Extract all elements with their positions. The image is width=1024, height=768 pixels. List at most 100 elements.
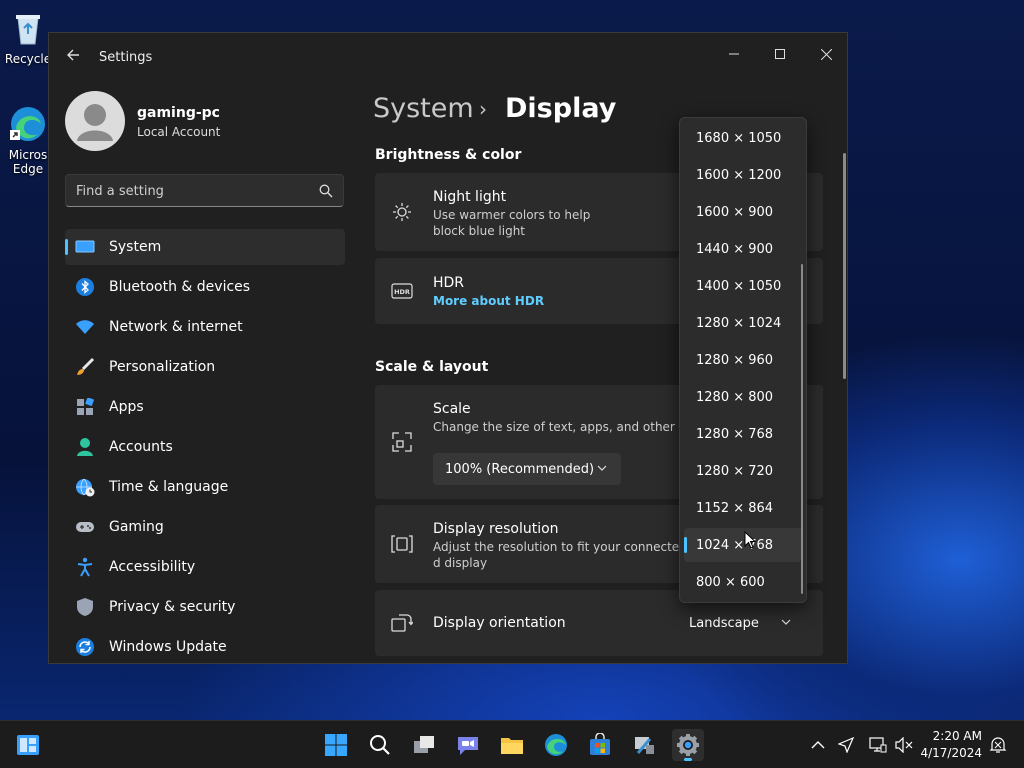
- resolution-option[interactable]: 800 × 600: [684, 565, 802, 599]
- search-box[interactable]: [65, 174, 344, 207]
- sidebar-item-label: Accessibility: [109, 559, 196, 575]
- taskbar-file-explorer-button[interactable]: [496, 729, 528, 761]
- brightness-icon: [391, 201, 413, 223]
- folder-icon: [501, 738, 523, 754]
- tray-overflow-button[interactable]: [808, 735, 828, 755]
- resolution-option[interactable]: 1680 × 1050: [684, 121, 802, 155]
- taskbar-clock-time[interactable]: 2:20 AM: [930, 729, 982, 743]
- sidebar-item-label: Privacy & security: [109, 599, 236, 615]
- night-light-desc-line2: block blue light: [433, 224, 526, 238]
- taskbar-app-button[interactable]: [628, 729, 660, 761]
- window-title: Settings: [99, 50, 153, 65]
- night-light-desc-line1: Use warmer colors to help: [433, 208, 591, 222]
- chat-icon: [458, 737, 478, 755]
- resolution-option[interactable]: 1600 × 900: [684, 195, 802, 229]
- sidebar-item-label: Gaming: [109, 519, 164, 535]
- night-light-title: Night light: [433, 189, 507, 205]
- brush-icon: [75, 357, 95, 377]
- title-bar[interactable]: Settings: [49, 33, 847, 81]
- sidebar-item-system[interactable]: System: [65, 229, 345, 265]
- content-scrollbar[interactable]: [843, 153, 846, 379]
- breadcrumb-parent[interactable]: System: [373, 93, 474, 124]
- network-icon: [869, 737, 887, 753]
- taskbar: 2:20 AM 4/17/2024: [0, 720, 1024, 768]
- arrow-left-icon: [67, 49, 79, 61]
- sidebar-item-personalization[interactable]: Personalization: [65, 349, 345, 385]
- resolution-option[interactable]: 1440 × 900: [684, 232, 802, 266]
- resolution-option[interactable]: 1280 × 1024: [684, 306, 802, 340]
- orientation-dropdown-value: Landscape: [689, 615, 759, 631]
- search-input[interactable]: [76, 181, 306, 201]
- resolution-option[interactable]: 1400 × 1050: [684, 269, 802, 303]
- sidebar-item-label: Bluetooth & devices: [109, 279, 251, 295]
- scale-icon: [391, 431, 413, 453]
- taskbar-settings-button[interactable]: [672, 729, 704, 761]
- apps-icon: [75, 397, 95, 417]
- orientation-dropdown[interactable]: Landscape: [677, 607, 805, 639]
- chevron-down-icon: [597, 465, 607, 471]
- close-button[interactable]: [803, 39, 847, 69]
- sidebar-item-accounts[interactable]: Accounts: [65, 429, 345, 465]
- sidebar-item-label: Windows Update: [109, 639, 227, 655]
- resolution-dropdown-list: 1680 × 1050 1600 × 1200 1600 × 900 1440 …: [679, 117, 807, 603]
- notification-bell-icon: [989, 737, 1007, 753]
- resolution-option[interactable]: 1600 × 1200: [684, 158, 802, 192]
- taskbar-search-button[interactable]: [364, 729, 396, 761]
- taskbar-clock-date[interactable]: 4/17/2024: [920, 746, 982, 760]
- gear-icon: [677, 734, 699, 756]
- sidebar-item-windows-update[interactable]: Windows Update: [65, 629, 345, 663]
- resolution-option[interactable]: 1280 × 800: [684, 380, 802, 414]
- taskbar-store-button[interactable]: [584, 729, 616, 761]
- resolution-option[interactable]: 1280 × 720: [684, 454, 802, 488]
- hdr-title: HDR: [433, 275, 465, 291]
- resolution-option-selected[interactable]: 1024 × 768: [684, 528, 802, 562]
- scale-title: Scale: [433, 401, 471, 417]
- resolution-option[interactable]: 1280 × 768: [684, 417, 802, 451]
- location-arrow-icon: [838, 737, 854, 753]
- sidebar-item-label: Network & internet: [109, 319, 243, 335]
- sidebar-item-label: Time & language: [109, 479, 229, 495]
- scale-dropdown-value: 100% (Recommended): [445, 461, 595, 477]
- widgets-icon: [17, 735, 39, 755]
- scale-dropdown[interactable]: 100% (Recommended): [433, 453, 621, 485]
- minimize-icon: [729, 53, 739, 55]
- resolution-option[interactable]: 1152 × 864: [684, 491, 802, 525]
- volume-muted-icon: [895, 737, 913, 753]
- remote-desktop-icon: [635, 737, 654, 754]
- sidebar-item-bluetooth[interactable]: Bluetooth & devices: [65, 269, 345, 305]
- sidebar-item-accessibility[interactable]: Accessibility: [65, 549, 345, 585]
- taskbar-start-button[interactable]: [320, 729, 352, 761]
- taskbar-widgets-button[interactable]: [12, 729, 44, 761]
- taskbar-chat-button[interactable]: [452, 729, 484, 761]
- mouse-cursor-icon: [744, 531, 756, 549]
- resolution-option[interactable]: 1280 × 960: [684, 343, 802, 377]
- sidebar-item-network[interactable]: Network & internet: [65, 309, 345, 345]
- sidebar-item-label: System: [109, 239, 162, 255]
- back-button[interactable]: [63, 47, 83, 67]
- search-icon[interactable]: [319, 184, 333, 198]
- more-about-hdr-link[interactable]: More about HDR: [433, 294, 544, 308]
- accessibility-icon: [75, 557, 95, 577]
- maximize-button[interactable]: [757, 39, 803, 69]
- edge-icon: [8, 104, 48, 144]
- avatar[interactable]: [65, 91, 125, 151]
- tray-volume-button[interactable]: [894, 735, 914, 755]
- sidebar-item-gaming[interactable]: Gaming: [65, 509, 345, 545]
- tray-network-button[interactable]: [868, 735, 888, 755]
- person-icon: [75, 437, 95, 457]
- taskbar-edge-button[interactable]: [540, 729, 572, 761]
- sidebar-item-privacy[interactable]: Privacy & security: [65, 589, 345, 625]
- sidebar-nav: System Bluetooth & devices Network & int…: [65, 229, 345, 663]
- taskbar-task-view-button[interactable]: [408, 729, 440, 761]
- hdr-icon: HDR: [391, 280, 413, 302]
- scale-desc: Change the size of text, apps, and other…: [433, 420, 713, 434]
- minimize-button[interactable]: [711, 39, 757, 69]
- sidebar-item-time-language[interactable]: Time & language: [65, 469, 345, 505]
- dropdown-scrollbar[interactable]: [801, 264, 803, 594]
- breadcrumb-separator: ›: [479, 97, 487, 121]
- sidebar-item-label: Apps: [109, 399, 144, 415]
- sidebar-item-apps[interactable]: Apps: [65, 389, 345, 425]
- settings-window: Settings gaming-pc Local Account System …: [48, 32, 848, 664]
- tray-notifications-button[interactable]: [988, 735, 1008, 755]
- tray-location-button[interactable]: [836, 735, 856, 755]
